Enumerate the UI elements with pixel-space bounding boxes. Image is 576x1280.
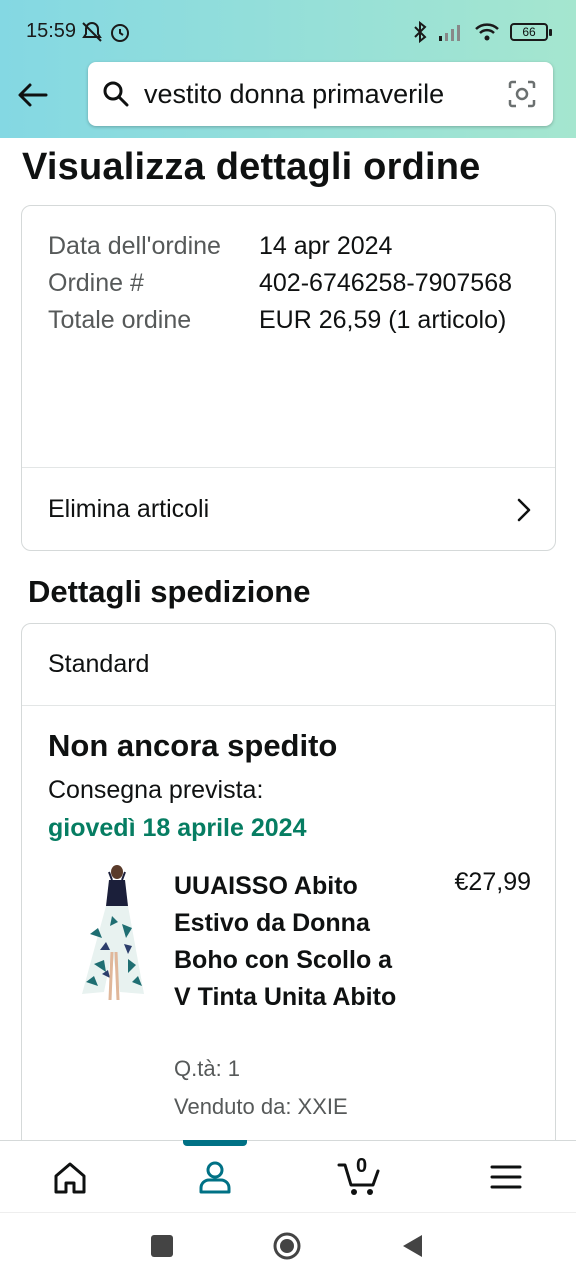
status-right: 66: [412, 20, 552, 44]
menu-icon[interactable]: [486, 1158, 526, 1196]
shipment-status: Non ancora spedito: [48, 728, 338, 763]
battery-indicator: 66: [510, 23, 552, 41]
home-icon[interactable]: [50, 1158, 90, 1196]
cart-button[interactable]: 0: [336, 1153, 384, 1197]
alarm-icon: [111, 24, 129, 42]
order-summary-card: Data dell'ordine 14 apr 2024 Ordine # 40…: [21, 205, 556, 551]
delivery-date: giovedì 18 aprile 2024: [48, 814, 307, 842]
shipment-card: Standard Non ancora spedito Consegna pre…: [21, 623, 556, 1183]
status-bar: 15:59 66: [0, 0, 576, 64]
page-title: Visualizza dettagli ordine: [22, 146, 481, 188]
camera-search-icon[interactable]: [507, 79, 537, 109]
signal-icon: [439, 25, 460, 41]
order-total-value: EUR 26,59 (1 articolo): [259, 306, 507, 334]
cart-count: 0: [356, 1155, 368, 1177]
back-arrow-icon[interactable]: [16, 78, 50, 112]
order-date-label: Data dell'ordine: [48, 232, 221, 260]
bluetooth-icon: [414, 20, 427, 44]
chevron-right-icon: [517, 498, 531, 522]
delivery-label: Consegna prevista:: [48, 776, 264, 804]
active-tab-indicator: [183, 1140, 247, 1146]
notifications-muted-icon: [82, 21, 102, 42]
product-seller: Venduto da: XXIE: [174, 1094, 348, 1119]
header-bar: 15:59 66 vestito donna primaverile: [0, 0, 576, 138]
order-number-value: 402-6746258-7907568: [259, 269, 513, 297]
order-info: Data dell'ordine 14 apr 2024 Ordine # 40…: [22, 206, 555, 339]
order-date-value: 14 apr 2024: [259, 232, 393, 260]
shipping-method: Standard: [22, 624, 555, 706]
search-bar[interactable]: vestito donna primaverile: [88, 62, 553, 126]
product-image[interactable]: [72, 864, 152, 1004]
wifi-icon: [475, 23, 499, 41]
delete-items-row[interactable]: Elimina articoli: [22, 467, 555, 550]
order-total-label: Totale ordine: [48, 306, 192, 334]
back-button-icon[interactable]: [398, 1232, 426, 1260]
status-time: 15:59: [26, 20, 77, 42]
search-icon: [103, 81, 129, 107]
home-button-icon[interactable]: [273, 1232, 301, 1260]
delete-items-label: Elimina articoli: [48, 495, 210, 523]
recent-apps-icon[interactable]: [148, 1232, 176, 1260]
product-price: €27,99: [454, 868, 531, 896]
shipping-section-title: Dettagli spedizione: [28, 574, 311, 609]
order-number-label: Ordine #: [48, 269, 144, 297]
product-quantity: Q.tà: 1: [174, 1056, 241, 1081]
account-icon[interactable]: [195, 1158, 235, 1196]
product-title[interactable]: UUAISSO Abito Estivo da Donna Boho con S…: [174, 868, 414, 1016]
search-query[interactable]: vestito donna primaverile: [144, 79, 494, 110]
